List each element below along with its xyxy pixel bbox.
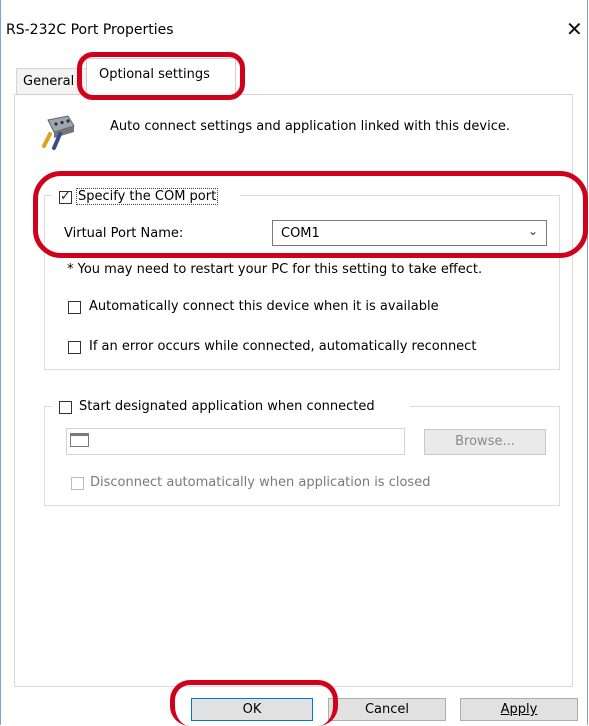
cancel-button[interactable]: Cancel [328, 698, 446, 721]
disconnect-on-close-label: Disconnect automatically when applicatio… [90, 475, 431, 490]
apply-button[interactable]: Apply [460, 698, 578, 721]
auto-connect-checkbox[interactable] [68, 301, 81, 314]
auto-reconnect-label[interactable]: If an error occurs while connected, auto… [89, 339, 476, 354]
disconnect-on-close-checkbox[interactable] [71, 477, 84, 490]
start-app-label[interactable]: Start designated application when connec… [79, 399, 375, 414]
auto-connect-label[interactable]: Automatically connect this device when i… [89, 299, 439, 314]
browse-button[interactable]: Browse... [424, 429, 546, 455]
highlight-ok-button [170, 680, 338, 726]
description-text: Auto connect settings and application li… [110, 119, 510, 134]
application-path-input[interactable] [66, 428, 405, 455]
restart-note: * You may need to restart your PC for th… [67, 262, 483, 277]
auto-reconnect-checkbox[interactable] [68, 341, 81, 354]
close-icon[interactable]: ✕ [566, 17, 583, 41]
start-app-checkbox[interactable] [59, 401, 72, 414]
highlight-com-port [33, 171, 588, 258]
highlight-optional-tab [77, 52, 245, 100]
window-title: RS-232C Port Properties [6, 22, 174, 38]
tab-general-label: General [23, 74, 75, 89]
serial-port-plug-icon [38, 112, 82, 152]
application-group [44, 406, 560, 506]
window-icon [70, 433, 89, 447]
